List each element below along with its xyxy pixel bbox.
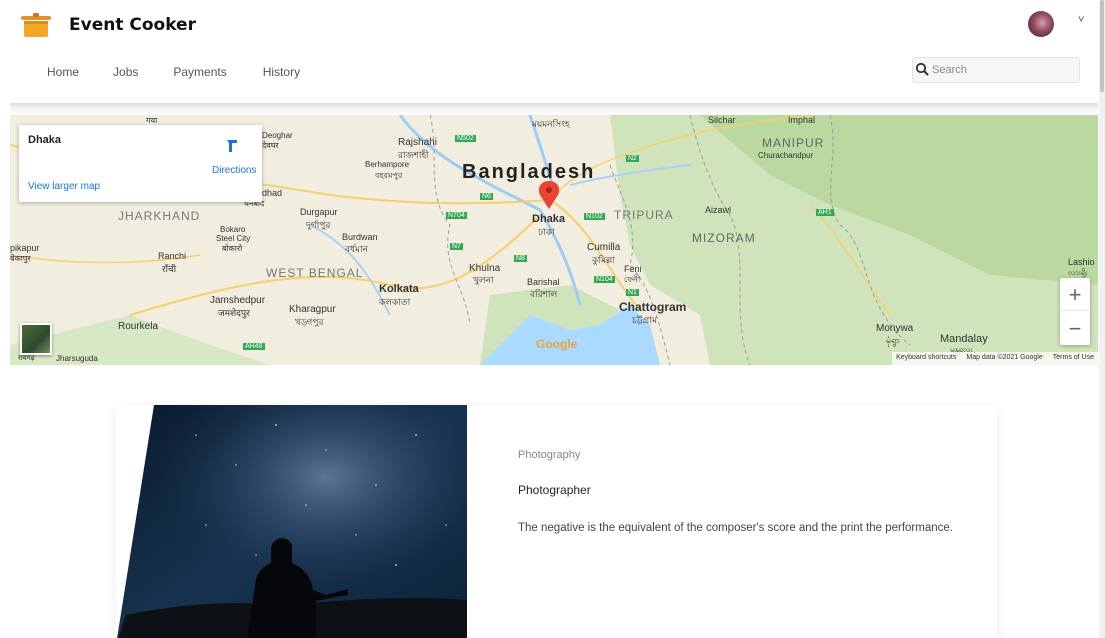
zoom-controls: + − — [1060, 278, 1090, 345]
page: Event Cooker ˅ Home Jobs Payments Histor… — [0, 0, 1105, 638]
map-label-feni: Feni — [624, 264, 642, 274]
road-shield: N102 — [584, 213, 605, 220]
map-label-kharagpur: Kharagpur — [289, 304, 336, 315]
map-label-deoghar: Deoghar — [262, 131, 293, 140]
map-label-churachandpur: Churachandpur — [758, 151, 814, 160]
map-label-bangladesh: Bangladesh — [462, 161, 596, 183]
satellite-view-toggle[interactable] — [20, 323, 52, 355]
road-shield: N7 — [450, 243, 463, 250]
map-label-kolkata: Kolkata — [379, 283, 419, 295]
map-label-bokaro-2: Steel City — [216, 234, 251, 243]
map-label-durgapur-bn: দুর্গাপুর — [306, 220, 331, 230]
map-label-raigarh: रायगढ़ — [18, 355, 35, 362]
map-attribution: Keyboard shortcuts Map data ©2021 Google… — [892, 352, 1098, 365]
map-label-aizawl: Aizawl — [705, 205, 732, 215]
map-label-berhampore: Berhampore — [365, 160, 410, 169]
map-label-burdwan-bn: বর্ধমান — [345, 244, 369, 254]
zoom-out-button[interactable]: − — [1060, 312, 1090, 345]
terms-link[interactable]: Terms of Use — [1053, 354, 1094, 363]
map-label-khulna-bn: খুলনা — [473, 275, 494, 285]
map-label-tripura: TRIPURA — [614, 208, 674, 222]
chevron-down-icon[interactable]: ˅ — [1078, 14, 1084, 26]
place-title: Dhaka — [28, 134, 62, 146]
nav-payments[interactable]: Payments — [173, 65, 226, 79]
map-label-jharkhand: JHARKHAND — [118, 209, 201, 223]
road-shield: N1 — [626, 289, 639, 296]
map-label-rajshahi: Rajshahi — [398, 137, 437, 148]
search-box[interactable] — [912, 57, 1080, 83]
job-category: Photography — [518, 449, 581, 461]
main-nav: Home Jobs Payments History — [47, 65, 300, 79]
header-divider — [10, 103, 1098, 115]
zoom-in-button[interactable]: + — [1060, 278, 1090, 311]
brand-name[interactable]: Event Cooker — [69, 15, 196, 35]
map-label-ranchi: Ranchi — [158, 251, 187, 261]
map-label-chattogram-bn: চট্টগ্রাম — [632, 315, 657, 325]
cooking-pot-icon[interactable] — [20, 12, 52, 38]
road-shield: AH46 — [243, 343, 265, 350]
map-data-text: Map data ©2021 Google — [966, 354, 1043, 361]
map-label-jamshedpur: Jamshedpur — [210, 295, 266, 306]
map-embed[interactable]: Bangladesh MANIPUR Churachandpur Imphal … — [10, 115, 1098, 365]
map-label-rourkela: Rourkela — [118, 321, 159, 332]
road-shield: N704 — [446, 212, 467, 219]
road-shield: N2 — [626, 155, 639, 162]
directions-link[interactable]: Directions — [212, 165, 256, 176]
map-label-cumilla-bn: কুমিল্লা — [592, 255, 615, 265]
map-label-mizoram: MIZORAM — [692, 231, 756, 245]
map-label-lashio: Lashio — [1068, 257, 1095, 267]
page-scrollbar[interactable] — [1099, 0, 1105, 638]
search-icon — [915, 62, 929, 76]
road-shield: N8 — [514, 255, 527, 262]
google-logo: Google — [536, 337, 578, 351]
map-label-jamshedpur-hi: जमशेदपुर — [218, 308, 250, 318]
map-label-kharagpur-bn: খড়্গপুর — [295, 317, 324, 327]
map-label-mymensingh: ময়মনসিংহ — [532, 119, 570, 129]
map-label-dhanbad: dhad — [262, 188, 283, 198]
map-label-west-bengal: WEST BENGAL — [266, 266, 364, 280]
map-label-barishal: Barishal — [527, 277, 560, 287]
map-label-silchar: Silchar — [708, 115, 736, 125]
user-avatar[interactable] — [1028, 11, 1054, 37]
map-label-jharsuguda: Jharsuguda — [56, 354, 98, 363]
road-shield: N104 — [594, 276, 615, 283]
search-input[interactable] — [932, 62, 1072, 78]
keyboard-shortcuts-link[interactable]: Keyboard shortcuts — [896, 354, 956, 363]
road-shield: AH1 — [816, 209, 834, 216]
nav-jobs[interactable]: Jobs — [113, 65, 138, 79]
map-label-monywa-my: မုံရွာ — [886, 335, 901, 345]
map-label-deoghar-hi: देवघर — [262, 141, 279, 150]
map-label-dhaka-bn: ঢাকা — [538, 227, 555, 237]
nav-history[interactable]: History — [263, 65, 300, 79]
nav-home[interactable]: Home — [47, 65, 79, 79]
map-label-kolkata-bn: কলকাতা — [379, 297, 411, 307]
road-shield: N502 — [455, 135, 476, 142]
map-label-berhampore-bn: বহরমপুর — [375, 171, 403, 180]
directions-icon[interactable] — [224, 137, 240, 153]
map-label-monywa: Monywa — [876, 323, 914, 334]
map-info-card: Dhaka Directions View larger map — [19, 125, 262, 202]
map-label-purulia-hi: बेकापुर — [10, 254, 31, 263]
job-description: The negative is the equivalent of the co… — [518, 522, 953, 534]
scrollbar-thumb[interactable] — [1100, 0, 1104, 92]
job-title[interactable]: Photographer — [518, 483, 591, 497]
photographer-image — [117, 405, 467, 638]
map-label-cumilla: Cumilla — [587, 242, 621, 253]
map-label-dhaka: Dhaka — [532, 213, 566, 225]
map-label-imphal: Imphal — [788, 115, 816, 125]
road-shield: N6 — [480, 193, 493, 200]
map-label-barishal-bn: বরিশাল — [530, 289, 558, 299]
map-label-bokaro: Bokaro — [220, 225, 246, 234]
map-label-purulia: pikapur — [10, 243, 40, 253]
map-label-bokaro-hi: बोकारो — [222, 244, 243, 253]
view-larger-map-link[interactable]: View larger map — [28, 181, 100, 192]
map-label-feni-bn: ফেনী — [624, 275, 641, 284]
map-label-burdwan: Burdwan — [342, 232, 378, 242]
map-label-durgapur: Durgapur — [300, 207, 338, 217]
map-label-ranchi-hi: राँची — [162, 264, 177, 274]
map-label-manipur: MANIPUR — [762, 136, 825, 150]
map-label-chattogram: Chattogram — [619, 300, 687, 314]
job-card[interactable]: Photography Photographer The negative is… — [116, 405, 997, 638]
